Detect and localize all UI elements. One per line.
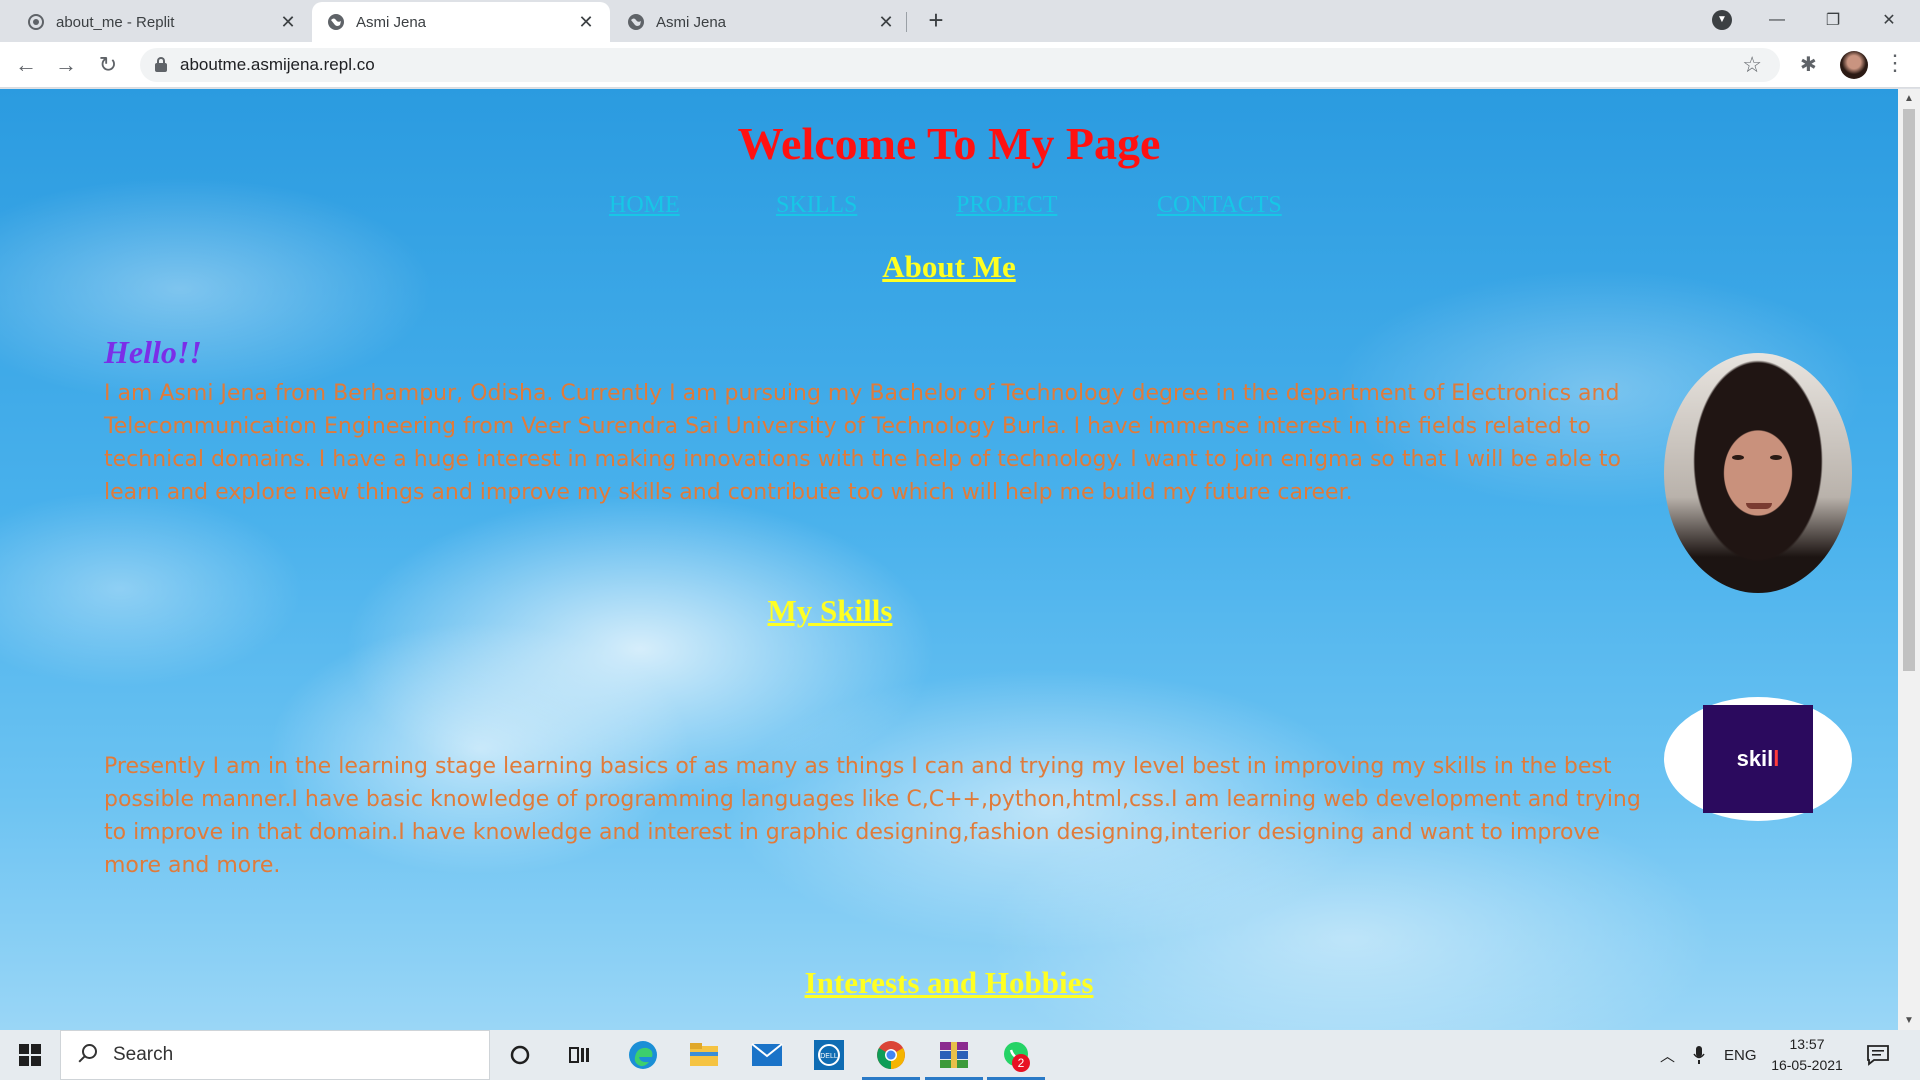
profile-photo <box>1664 353 1852 593</box>
minimize-button[interactable]: — <box>1754 0 1800 40</box>
skill-logo-accent: l <box>1773 746 1780 771</box>
hello-greeting: Hello!! <box>104 334 202 370</box>
globe-icon <box>626 12 646 32</box>
scrollbar-thumb[interactable] <box>1903 109 1915 671</box>
tab-asmi-jena[interactable]: Asmi Jena ✕ <box>612 2 910 42</box>
page-title: Welcome To My Page <box>737 118 1161 169</box>
reload-icon[interactable]: ↻ <box>94 51 122 79</box>
about-me-heading: About Me <box>882 249 1016 284</box>
profile-eye <box>1770 455 1782 460</box>
browser-tab-strip: about_me - Replit ✕ Asmi Jena ✕ Asmi Jen… <box>0 0 1920 42</box>
search-icon <box>77 1044 99 1066</box>
close-tab-icon[interactable]: ✕ <box>876 12 896 32</box>
clock-date: 16-05-2021 <box>1771 1057 1843 1073</box>
chrome-icon[interactable] <box>873 1037 909 1073</box>
language-indicator[interactable]: ENG <box>1724 1030 1757 1080</box>
about-paragraph: I am Asmi Jena from Berhampur, Odisha. C… <box>104 381 1622 505</box>
skill-logo: skil l <box>1664 697 1852 821</box>
close-tab-icon[interactable]: ✕ <box>576 12 596 32</box>
winrar-icon[interactable] <box>936 1037 972 1073</box>
nav-home-link[interactable]: HOME <box>609 192 680 219</box>
forward-icon[interactable]: → <box>52 51 80 79</box>
skills-paragraph: Presently I am in the learning stage lea… <box>104 754 1641 878</box>
notification-center-icon[interactable] <box>1866 1030 1890 1080</box>
lock-icon[interactable] <box>154 57 168 73</box>
clock-time: 13:57 <box>1789 1036 1825 1052</box>
url-text[interactable]: aboutme.asmijena.repl.co <box>180 55 375 75</box>
task-view-icon[interactable] <box>562 1037 598 1073</box>
taskbar-search-placeholder: Search <box>113 1044 174 1065</box>
whatsapp-notification-badge: 2 <box>1012 1054 1030 1072</box>
restore-button[interactable]: ❐ <box>1810 0 1856 40</box>
tab-separator <box>906 12 907 32</box>
skill-logo-text: skil <box>1736 746 1774 771</box>
tab-replit[interactable]: about_me - Replit ✕ <box>12 2 312 42</box>
dell-icon[interactable]: DELL <box>811 1037 847 1073</box>
tab-asmi-jena-active[interactable]: Asmi Jena ✕ <box>312 2 610 42</box>
extensions-icon[interactable]: ✱ <box>1800 52 1817 77</box>
microphone-icon[interactable] <box>1692 1030 1706 1080</box>
skill-logo-tile: skil l <box>1703 705 1813 813</box>
profile-avatar[interactable] <box>1840 51 1868 79</box>
profile-eye <box>1732 455 1744 460</box>
scroll-up-icon[interactable]: ▲ <box>1904 93 1914 104</box>
svg-text:DELL: DELL <box>820 1053 838 1060</box>
windows-logo-icon <box>19 1044 41 1066</box>
menu-kebab-icon[interactable]: ⋮ <box>1884 50 1906 76</box>
bookmark-star-icon[interactable]: ☆ <box>1742 52 1762 78</box>
tab-search-icon[interactable]: ▼ <box>1712 10 1732 30</box>
address-bar[interactable]: aboutme.asmijena.repl.co ☆ <box>140 48 1780 82</box>
tab-title: about_me - Replit <box>56 13 175 31</box>
show-hidden-icons-chevron-icon[interactable]: ︿ <box>1660 1030 1675 1080</box>
taskbar-search-box[interactable]: Search <box>60 1030 490 1080</box>
my-skills-heading: My Skills <box>767 593 893 628</box>
close-window-button[interactable]: ✕ <box>1866 0 1912 40</box>
mail-icon[interactable] <box>749 1037 785 1073</box>
scroll-down-icon[interactable]: ▼ <box>1904 1015 1914 1026</box>
replit-icon <box>26 12 46 32</box>
file-explorer-icon[interactable] <box>686 1037 722 1073</box>
page-scrollbar[interactable]: ▲ ▼ <box>1898 89 1920 1030</box>
taskbar-clock[interactable]: 13:57 16-05-2021 <box>1764 1034 1850 1076</box>
page-viewport: Welcome To My Page HOME SKILLS PROJECT C… <box>0 89 1898 1030</box>
edge-icon[interactable] <box>625 1037 661 1073</box>
browser-toolbar: ← → ↻ aboutme.asmijena.repl.co ☆ ✱ ⋮ <box>0 42 1920 88</box>
back-icon[interactable]: ← <box>12 51 40 79</box>
nav-project-link[interactable]: PROJECT <box>956 192 1057 219</box>
close-tab-icon[interactable]: ✕ <box>278 12 298 32</box>
start-button[interactable] <box>0 1030 60 1080</box>
tab-title: Asmi Jena <box>356 13 427 31</box>
new-tab-button[interactable]: + <box>922 6 950 34</box>
windows-taskbar: Search DELL 2 ︿ ENG 13:57 16-05-2021 <box>0 1030 1920 1080</box>
tab-title: Asmi Jena <box>656 13 727 31</box>
cortana-icon[interactable] <box>502 1037 538 1073</box>
interests-heading: Interests and Hobbies <box>804 965 1094 1000</box>
profile-mouth <box>1746 503 1772 509</box>
globe-icon <box>326 12 346 32</box>
nav-skills-link[interactable]: SKILLS <box>776 192 857 219</box>
nav-contacts-link[interactable]: CONTACTS <box>1157 192 1282 219</box>
